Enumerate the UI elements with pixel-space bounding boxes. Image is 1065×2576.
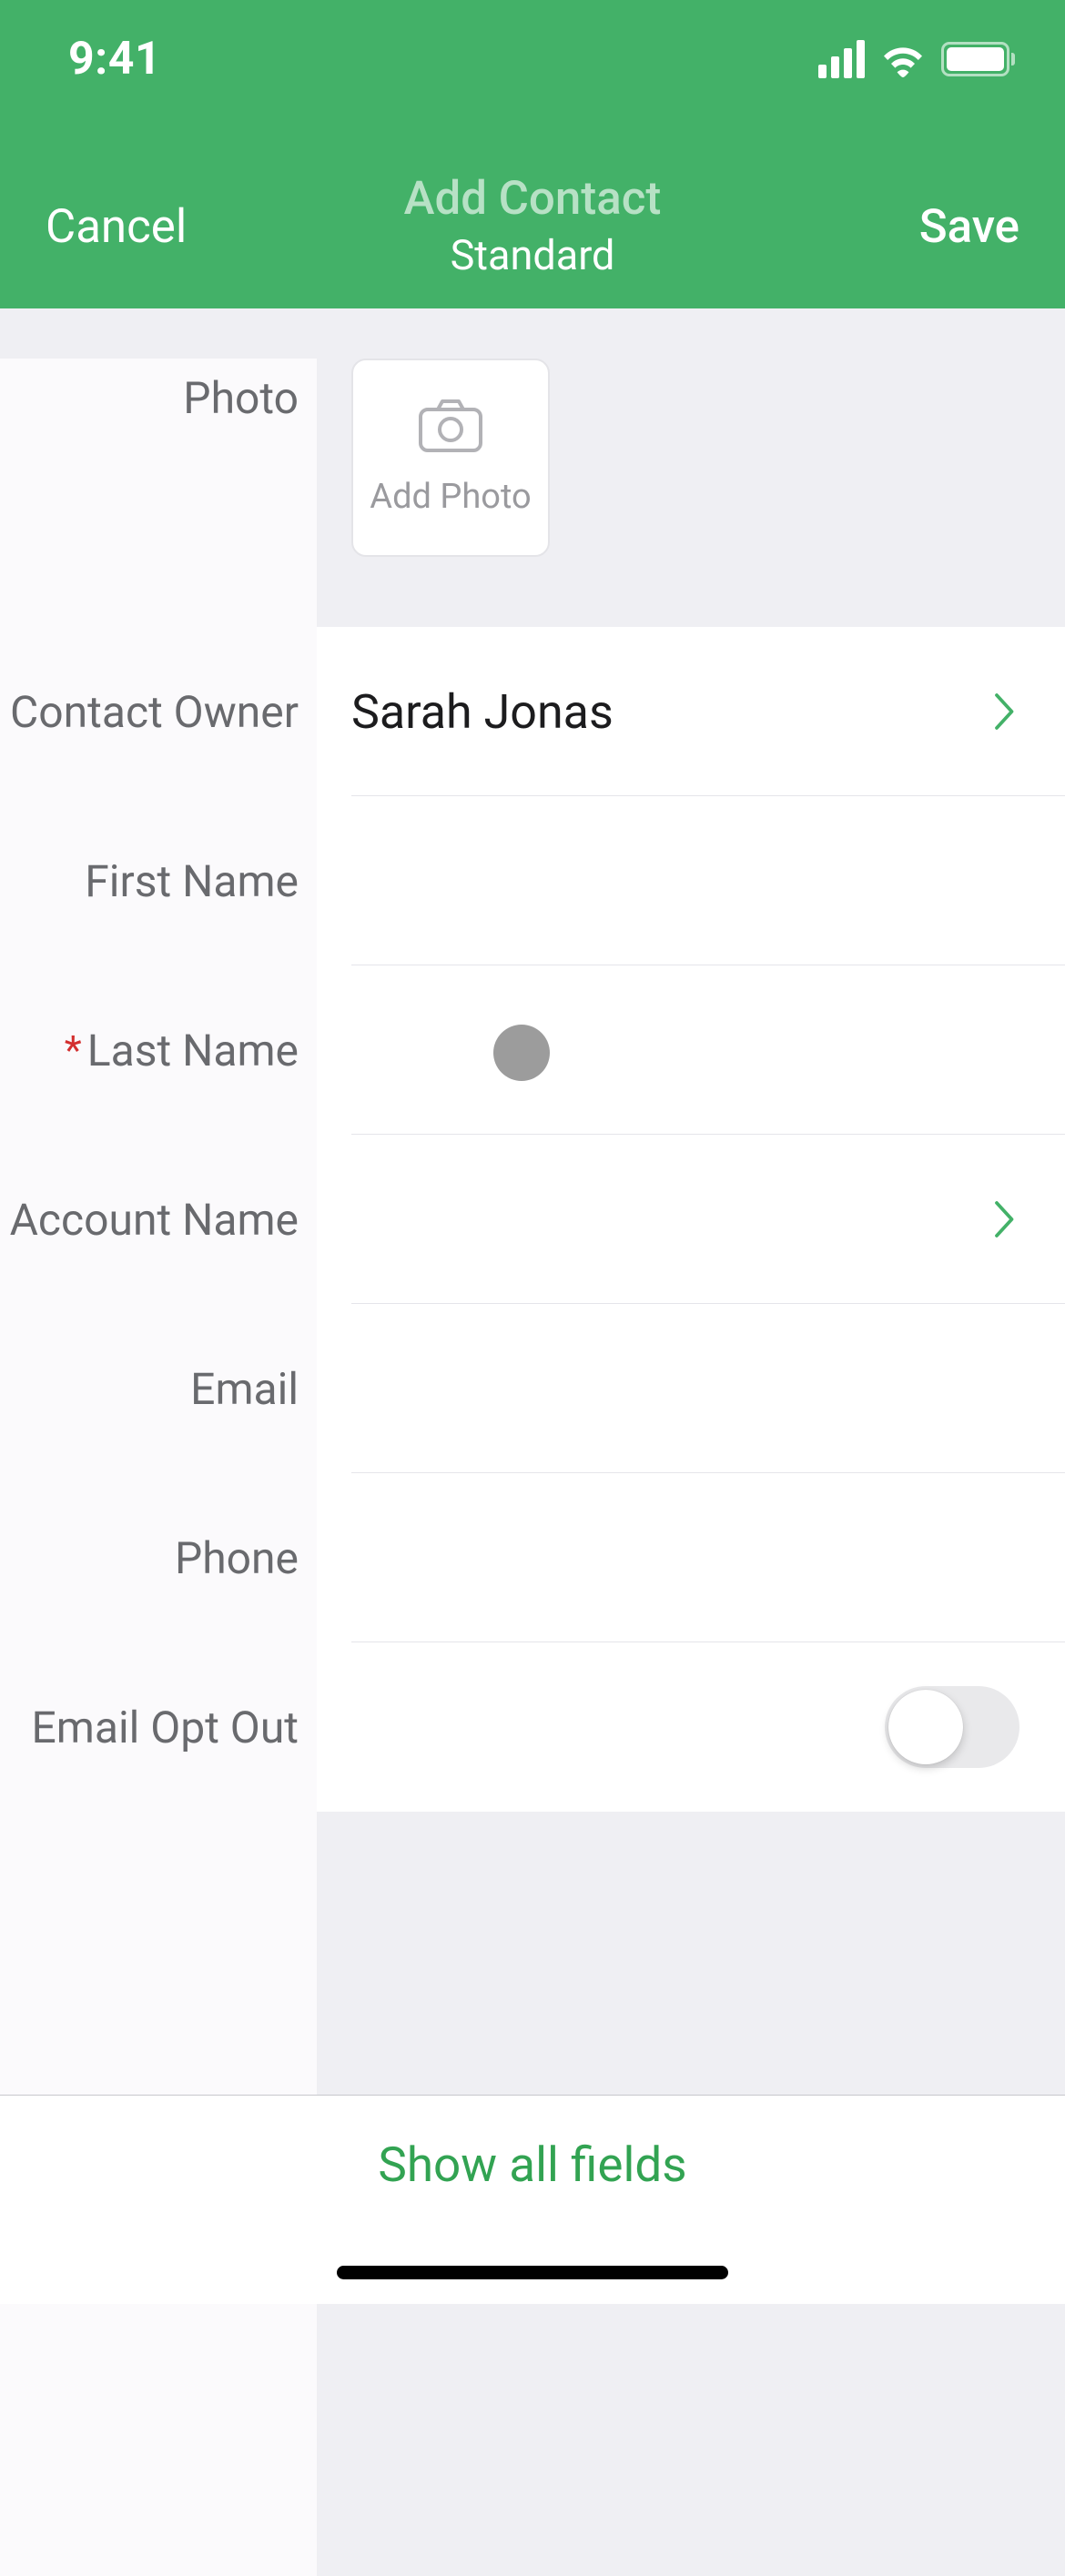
chevron-right-icon <box>990 1200 1019 1238</box>
label-email: Email <box>0 1304 317 1473</box>
wifi-icon <box>881 41 925 77</box>
label-first-name: First Name <box>0 796 317 965</box>
row-first-name[interactable]: First Name <box>0 796 1065 965</box>
nav-bar: Cancel Add Contact Standard Save <box>0 145 1065 308</box>
camera-icon <box>418 399 483 453</box>
app-header: 9:41 Cancel Add Contact Standard Save <box>0 0 1065 308</box>
page-subtitle: Standard <box>209 231 856 279</box>
status-bar: 9:41 <box>0 0 1065 118</box>
value-email-opt-out <box>317 1642 1065 1812</box>
home-indicator[interactable] <box>337 2266 728 2279</box>
add-photo-label: Add Photo <box>370 477 531 517</box>
label-contact-owner: Contact Owner <box>0 627 317 796</box>
account-name-input[interactable] <box>317 1135 1065 1304</box>
email-input[interactable] <box>317 1304 1065 1473</box>
required-indicator: * <box>65 1026 82 1074</box>
save-button[interactable]: Save <box>856 200 1019 254</box>
touch-indicator <box>493 1025 550 1081</box>
chevron-right-icon <box>990 692 1019 731</box>
label-last-name: * Last Name <box>0 965 317 1135</box>
cancel-button[interactable]: Cancel <box>46 200 209 254</box>
row-photo: Photo Add Photo <box>0 308 1065 627</box>
footer: Show all fields <box>0 2095 1065 2304</box>
signal-icon <box>818 40 865 78</box>
toggle-knob <box>888 1690 963 1764</box>
last-name-label-text: Last Name <box>87 1025 299 1076</box>
row-contact-owner[interactable]: Contact Owner Sarah Jonas <box>0 627 1065 796</box>
last-name-input[interactable] <box>317 965 1065 1135</box>
row-email-opt-out: Email Opt Out <box>0 1642 1065 1812</box>
first-name-input[interactable] <box>317 796 1065 965</box>
label-email-opt-out: Email Opt Out <box>0 1642 317 1812</box>
status-icons <box>818 40 1015 78</box>
email-opt-out-toggle[interactable] <box>885 1686 1019 1768</box>
row-email[interactable]: Email <box>0 1304 1065 1473</box>
nav-title-group: Add Contact Standard <box>209 174 856 278</box>
row-phone[interactable]: Phone <box>0 1473 1065 1642</box>
phone-input[interactable] <box>317 1473 1065 1642</box>
page-title: Add Contact <box>209 174 856 225</box>
show-all-fields-button[interactable]: Show all fields <box>378 2137 686 2193</box>
contact-owner-value: Sarah Jonas <box>351 684 990 740</box>
label-account-name: Account Name <box>0 1135 317 1304</box>
row-account-name[interactable]: Account Name <box>0 1135 1065 1304</box>
label-phone: Phone <box>0 1473 317 1642</box>
add-photo-button[interactable]: Add Photo <box>351 359 550 557</box>
label-photo: Photo <box>0 359 317 627</box>
value-photo: Add Photo <box>317 359 1065 627</box>
value-contact-owner: Sarah Jonas <box>317 627 1065 796</box>
battery-icon <box>941 42 1015 76</box>
status-time: 9:41 <box>68 33 161 86</box>
